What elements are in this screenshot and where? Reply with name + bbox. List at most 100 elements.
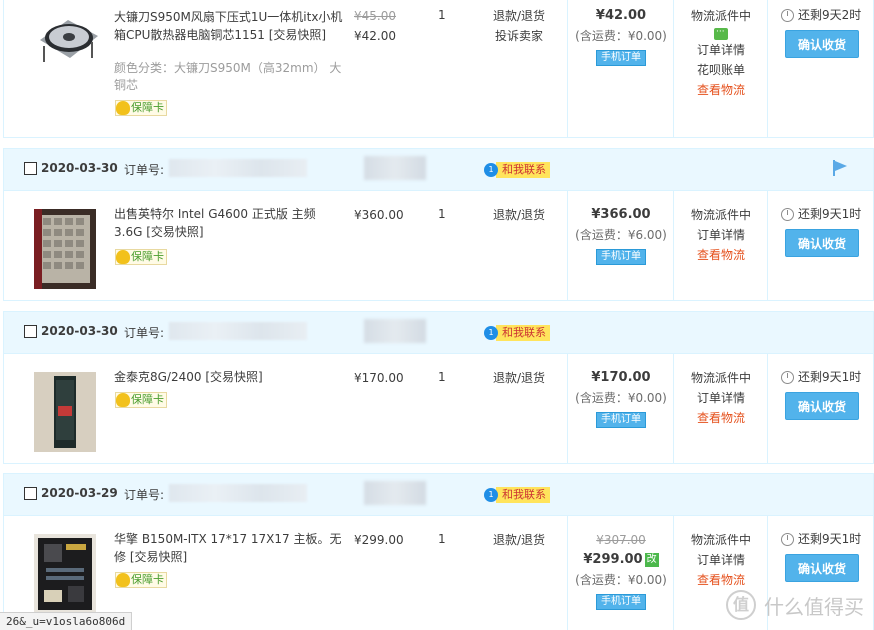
clock-icon	[781, 532, 794, 546]
order-detail-link[interactable]: 订单详情	[674, 225, 768, 245]
product-thumbnail[interactable]	[34, 534, 96, 614]
refund-link[interactable]: 退款/退货	[479, 530, 559, 550]
quantity: 1	[438, 370, 446, 384]
order-body: 出售英特尔 Intel G4600 正式版 主频3.6G [交易快照] 保障卡 …	[4, 191, 873, 300]
guarantee-badge[interactable]: 保障卡	[115, 100, 167, 116]
flag-icon[interactable]	[833, 160, 847, 176]
order-card: 2020-03-30 订单号: 1 和我联系 出售英特尔 Intel G4600 …	[3, 148, 874, 301]
order-header: 2020-03-30 订单号: 1 和我联系	[4, 149, 873, 191]
divider	[567, 354, 568, 463]
confirm-receipt-button[interactable]: 确认收货	[785, 229, 859, 257]
confirm-receipt-button[interactable]: 确认收货	[785, 30, 859, 58]
product-thumbnail[interactable]	[34, 6, 102, 74]
guarantee-label: 保障卡	[131, 573, 164, 586]
clock-icon	[781, 207, 794, 221]
guarantee-label: 保障卡	[131, 101, 164, 114]
product-thumbnail[interactable]	[34, 209, 96, 289]
seller-name-redacted	[364, 156, 426, 180]
product-title[interactable]: 出售英特尔 Intel G4600 正式版 主频3.6G [交易快照]	[114, 205, 344, 241]
order-detail-link[interactable]: 订单详情	[674, 550, 768, 570]
order-operations: 还剩9天1时 确认收货	[777, 205, 867, 257]
order-total: ¥170.00 (含运费：¥0.00) 手机订单	[569, 368, 673, 428]
order-status: 物流派件中 订单详情 查看物流	[674, 205, 768, 265]
view-logistics-link[interactable]: 查看物流	[674, 245, 768, 265]
product-title-link[interactable]: 出售英特尔 Intel G4600 正式版 主频3.6G [交易快照]	[114, 207, 316, 239]
clock-icon	[781, 8, 794, 22]
current-price: ¥42.00	[354, 29, 396, 43]
quantity: 1	[438, 207, 446, 221]
guarantee-badge[interactable]: 保障卡	[115, 572, 167, 588]
current-price: ¥170.00	[354, 371, 404, 385]
view-logistics-link[interactable]: 查看物流	[674, 570, 768, 590]
total-original: ¥307.00	[596, 533, 646, 547]
guarantee-icon	[116, 393, 130, 407]
mobile-order-tag: 手机订单	[596, 50, 646, 66]
remaining-time-text: 还剩9天1时	[798, 532, 862, 546]
confirm-receipt-button[interactable]: 确认收货	[785, 392, 859, 420]
product-title[interactable]: 金泰克8G/2400 [交易快照]	[114, 368, 344, 386]
order-status: 物流派件中 订单详情 花呗账单 查看物流	[674, 6, 768, 100]
order-checkbox[interactable]	[24, 162, 37, 175]
order-operations: 还剩9天1时 确认收货	[777, 530, 867, 582]
contact-seller-button[interactable]: 1 和我联系	[484, 324, 550, 341]
complain-link[interactable]: 投诉卖家	[479, 26, 559, 46]
refund-link[interactable]: 退款/退货	[479, 205, 559, 225]
refund-link[interactable]: 退款/退货	[479, 368, 559, 388]
product-thumbnail[interactable]	[34, 372, 96, 452]
current-price: ¥360.00	[354, 208, 404, 222]
product-title-link[interactable]: 金泰克8G/2400 [交易快照]	[114, 370, 263, 384]
status-text: 物流派件中	[690, 9, 751, 23]
order-total: ¥307.00 ¥299.00 改 (含运费：¥0.00) 手机订单	[569, 530, 673, 610]
product-title[interactable]: 大镰刀S950M风扇下压式1U一体机itx小机箱CPU散热器电脑铜芯1151 […	[114, 8, 344, 44]
status-bar-url: 26&_u=v1osla6o806d	[0, 612, 133, 630]
after-sale-actions: 退款/退货 投诉卖家	[479, 6, 559, 46]
mobile-order-tag: 手机订单	[596, 594, 646, 610]
refund-link[interactable]: 退款/退货	[479, 6, 559, 26]
guarantee-badge[interactable]: 保障卡	[115, 249, 167, 265]
contact-seller-button[interactable]: 1 和我联系	[484, 486, 550, 503]
view-logistics-link[interactable]: 查看物流	[674, 80, 768, 100]
divider	[767, 354, 768, 463]
contact-seller-button[interactable]: 1 和我联系	[484, 161, 550, 178]
seller-name-redacted	[364, 319, 426, 343]
chat-bubble-icon: 1	[484, 325, 498, 340]
current-price: ¥299.00	[354, 533, 404, 547]
divider	[567, 0, 568, 137]
contact-label: 和我联系	[496, 486, 550, 503]
product-title-link[interactable]: 华擎 B150M-ITX 17*17 17X17 主板。无修 [交易快照]	[114, 532, 341, 564]
watermark-text: 什么值得买	[764, 594, 864, 619]
order-checkbox[interactable]	[24, 325, 37, 338]
total-amount: ¥170.00	[591, 370, 651, 385]
order-total: ¥366.00 (含运费：¥6.00) 手机订单	[569, 205, 673, 265]
huabei-bill-link[interactable]: 花呗账单	[674, 60, 768, 80]
order-number-label: 订单号:	[124, 488, 165, 502]
remaining-time: 还剩9天2时	[777, 6, 867, 24]
total-amount: ¥299.00 改	[569, 550, 673, 570]
product-title[interactable]: 华擎 B150M-ITX 17*17 17X17 主板。无修 [交易快照]	[114, 530, 344, 566]
order-detail-link[interactable]: 订单详情	[674, 388, 768, 408]
mobile-order-tag: 手机订单	[596, 249, 646, 265]
total-amount: ¥366.00	[591, 207, 651, 222]
after-sale-actions: 退款/退货	[479, 368, 559, 388]
order-number-redacted	[169, 484, 307, 502]
order-number-label: 订单号:	[124, 326, 165, 340]
confirm-receipt-button[interactable]: 确认收货	[785, 554, 859, 582]
view-logistics-link[interactable]: 查看物流	[674, 408, 768, 428]
order-date: 2020-03-30	[41, 161, 118, 175]
guarantee-label: 保障卡	[131, 393, 164, 406]
price-modified-badge: 改	[644, 553, 659, 567]
unit-price: ¥170.00	[354, 368, 424, 388]
product-title-link[interactable]: 大镰刀S950M风扇下压式1U一体机itx小机箱CPU散热器电脑铜芯1151 […	[114, 10, 342, 42]
order-detail-link[interactable]: 订单详情	[674, 40, 768, 60]
unit-price: ¥360.00	[354, 205, 424, 225]
shipping-fee: (含运费：¥0.00)	[575, 29, 667, 43]
order-checkbox[interactable]	[24, 487, 37, 500]
guarantee-icon	[116, 250, 130, 264]
chat-icon[interactable]	[714, 28, 728, 40]
order-date: 2020-03-30	[41, 324, 118, 338]
after-sale-actions: 退款/退货	[479, 530, 559, 550]
remaining-time: 还剩9天1时	[777, 205, 867, 223]
watermark: 值 什么值得买	[726, 590, 864, 620]
divider	[567, 516, 568, 630]
guarantee-badge[interactable]: 保障卡	[115, 392, 167, 408]
